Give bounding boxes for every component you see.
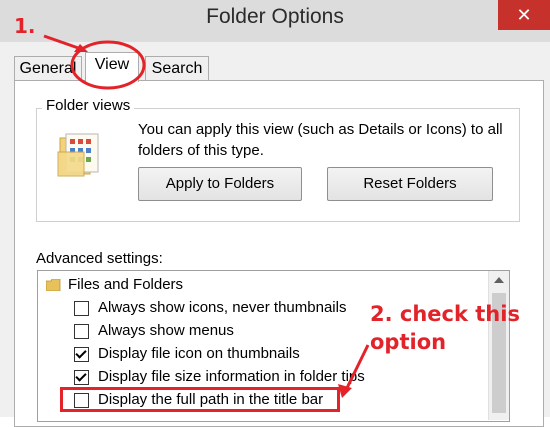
tree-item-label: Files and Folders <box>68 276 184 293</box>
setting-label: Always show menus <box>98 322 234 339</box>
reset-folders-button[interactable]: Reset Folders <box>327 167 493 201</box>
folder-views-description: You can apply this view (such as Details… <box>138 121 503 159</box>
window-title: Folder Options <box>206 5 344 28</box>
annotation-step2: 2. check this option <box>370 302 520 354</box>
checkbox-checked[interactable] <box>74 347 89 362</box>
setting-display-file-size-info[interactable]: Display file size information in folder … <box>38 366 488 388</box>
annotation-step1: 1. <box>14 14 36 38</box>
folder-icon <box>46 279 61 291</box>
apply-to-folders-button[interactable]: Apply to Folders <box>138 167 302 201</box>
setting-label: Always show icons, never thumbnails <box>98 299 347 316</box>
tree-folder-files-and-folders[interactable]: Files and Folders <box>38 274 488 296</box>
scroll-up-arrow-icon[interactable] <box>494 277 504 283</box>
checkbox[interactable] <box>74 301 89 316</box>
advanced-settings-label: Advanced settings: <box>36 250 163 267</box>
title-bar: Folder Options ✕ <box>0 0 550 42</box>
close-icon: ✕ <box>516 4 532 25</box>
close-button[interactable]: ✕ <box>498 0 550 30</box>
tab-search[interactable]: Search <box>145 56 209 81</box>
highlight-full-path-option <box>60 387 340 412</box>
folder-views-icon <box>57 133 99 177</box>
setting-label: Display file icon on thumbnails <box>98 345 300 362</box>
folder-views-legend: Folder views <box>42 97 135 114</box>
setting-label: Display file size information in folder … <box>98 368 365 385</box>
checkbox-checked[interactable] <box>74 370 89 385</box>
tab-view[interactable]: View <box>85 52 139 82</box>
tab-general[interactable]: General <box>14 56 82 81</box>
checkbox[interactable] <box>74 324 89 339</box>
